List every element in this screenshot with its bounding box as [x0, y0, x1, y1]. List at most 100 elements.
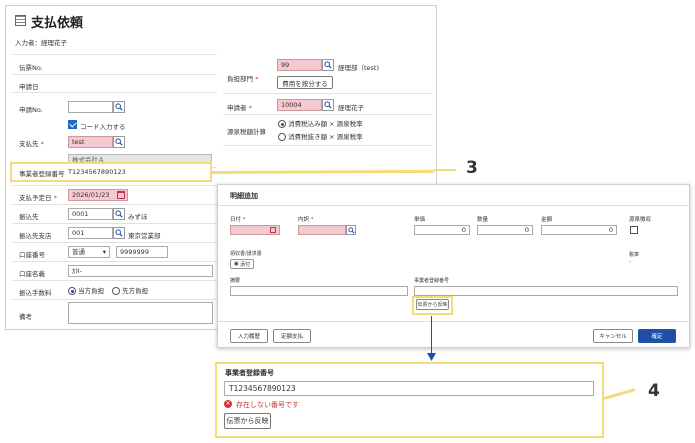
quantity-label: 数量 [477, 217, 489, 223]
tax-rate-value: - [629, 259, 631, 265]
callout-line-4 [603, 388, 636, 400]
page-title: 支払依頼 [31, 16, 84, 31]
withholding-label: 源泉徴収 [629, 217, 652, 223]
fee-option-ours[interactable]: 当方負担 [68, 285, 104, 295]
code-input-label: コード入力する [80, 123, 126, 131]
callout-number-3: 3 [466, 158, 478, 178]
account-no-input[interactable]: 9999999 [116, 246, 168, 258]
error-message: 存在しない番号です [236, 401, 299, 409]
paperclip-icon: ▣ [233, 261, 239, 267]
allocate-cost-button[interactable]: 費用を按分する [277, 76, 333, 89]
tax-calc-label: 源泉税額計算 [227, 128, 266, 136]
slip-no-label: 伝票No. [19, 64, 43, 72]
item-input[interactable] [298, 225, 346, 235]
unit-price-input[interactable]: 0 [414, 225, 470, 235]
remarks-label: 備考 [19, 313, 32, 321]
calendar-icon[interactable] [270, 227, 276, 233]
branch-label: 振込先支店 [19, 232, 52, 240]
confirm-button[interactable]: 確定 [638, 329, 676, 343]
right-column: 負担部門 * 99 経理部（test) 費用を按分する 申請者 * 10004 … [223, 54, 433, 174]
modal-reg-no-label: 事業者登録番号 [414, 278, 450, 284]
callout-number-4: 4 [648, 381, 660, 401]
fixed-payment-button[interactable]: 定額支払 [273, 329, 311, 343]
code-input-checkbox[interactable] [68, 120, 77, 129]
dept-search-button[interactable] [322, 59, 334, 71]
account-name-label: 口座名義 [19, 270, 45, 278]
chevron-down-icon: ▾ [102, 248, 106, 256]
radio-icon [278, 133, 286, 141]
applicant-code-input[interactable]: 10004 [277, 99, 322, 111]
applicant-search-button[interactable] [322, 99, 334, 111]
branch-search-button[interactable] [113, 227, 125, 239]
withholding-checkbox[interactable] [630, 226, 638, 234]
request-date-label: 申請日 [19, 83, 39, 91]
summary-label: 摘要 [230, 278, 241, 284]
input-history-button[interactable]: 入力履歴 [230, 329, 268, 343]
applicant-label: 申請者 * [227, 104, 252, 112]
bank-label: 振込先 [19, 213, 39, 221]
modal-title: 明細追加 [230, 192, 258, 200]
line-item-modal: 明細追加 日付 * 内訳 * 単価 0 数量 0 金額 0 源泉徴収 領収書/請… [217, 184, 690, 348]
branch-name-text: 東京営業部 [128, 232, 161, 240]
search-icon [115, 210, 123, 218]
request-no-input[interactable] [68, 101, 113, 113]
reg-no-value: T1234567890123 [68, 168, 126, 176]
account-no-label: 口座番号 [19, 251, 45, 259]
callout-line-3b [434, 168, 456, 171]
applicant-name-text: 経理花子 [338, 104, 364, 112]
branch-code-input[interactable]: 001 [68, 227, 113, 239]
error-icon: ✕ [224, 400, 232, 408]
tax-option-excl[interactable]: 消費税抜き額 × 源泉税率 [278, 131, 363, 141]
dept-code-input[interactable]: 99 [277, 59, 322, 71]
remarks-textarea[interactable] [68, 302, 213, 324]
radio-selected-icon [278, 120, 286, 128]
zoom-reflect-button[interactable]: 伝票から反映 [224, 413, 271, 429]
request-no-search-button[interactable] [113, 101, 125, 113]
zoom-reg-no-input[interactable]: T1234567890123 [224, 381, 594, 396]
bank-search-button[interactable] [113, 208, 125, 220]
form-icon [15, 15, 26, 26]
quantity-input[interactable]: 0 [477, 225, 533, 235]
cancel-button[interactable]: キャンセル [593, 329, 633, 343]
summary-input[interactable] [230, 286, 408, 296]
radio-icon [112, 287, 120, 295]
left-column: 伝票No. 申請日 申請No. コード入力する 支払先 * test 株式会社Ａ… [12, 54, 217, 326]
account-name-input[interactable]: ｶ)I- [68, 265, 213, 277]
dept-name-text: 経理部（test) [338, 64, 380, 72]
bank-code-input[interactable]: 0001 [68, 208, 113, 220]
item-label: 内訳 * [298, 217, 314, 223]
modal-reflect-button[interactable]: 伝票から反映 [416, 299, 449, 310]
radio-selected-icon [68, 287, 76, 295]
arrow-line [431, 316, 432, 355]
search-icon [347, 226, 355, 234]
inputter-text: 入力者：経理花子 [15, 39, 67, 47]
tax-option-incl[interactable]: 消費税込み額 × 源泉税率 [278, 118, 363, 128]
payee-search-button[interactable] [113, 136, 125, 148]
payee-label: 支払先 * [19, 140, 44, 148]
attach-button[interactable]: ▣ 添付 [230, 259, 254, 269]
reg-no-label: 事業者登録番号 [19, 170, 65, 178]
modal-reg-no-input[interactable] [414, 286, 678, 296]
fee-label: 振込手数料 [19, 289, 52, 297]
search-icon [324, 101, 332, 109]
fee-option-theirs[interactable]: 先方負担 [112, 285, 148, 295]
date-label: 日付 * [230, 217, 246, 223]
pay-date-label: 支払予定日 * [19, 194, 57, 202]
bank-name-text: みずほ [128, 213, 148, 221]
request-no-label: 申請No. [19, 106, 43, 114]
unit-price-label: 単価 [414, 217, 426, 223]
search-icon [115, 103, 123, 111]
item-search-button[interactable] [346, 225, 356, 235]
search-icon [115, 138, 123, 146]
payee-input[interactable]: test [68, 136, 113, 148]
search-icon [115, 229, 123, 237]
amount-label: 金額 [541, 217, 553, 223]
calendar-icon[interactable] [117, 191, 125, 199]
zoom-reg-no-label: 事業者登録番号 [225, 369, 274, 377]
tax-rate-label: 税率 [629, 252, 640, 258]
arrow-down-icon [427, 353, 436, 361]
receipt-label: 領収書/請求書 [230, 251, 262, 257]
amount-input[interactable]: 0 [541, 225, 617, 235]
account-type-select[interactable]: 普通 ▾ [68, 246, 110, 258]
dept-label: 負担部門 * [227, 75, 259, 83]
